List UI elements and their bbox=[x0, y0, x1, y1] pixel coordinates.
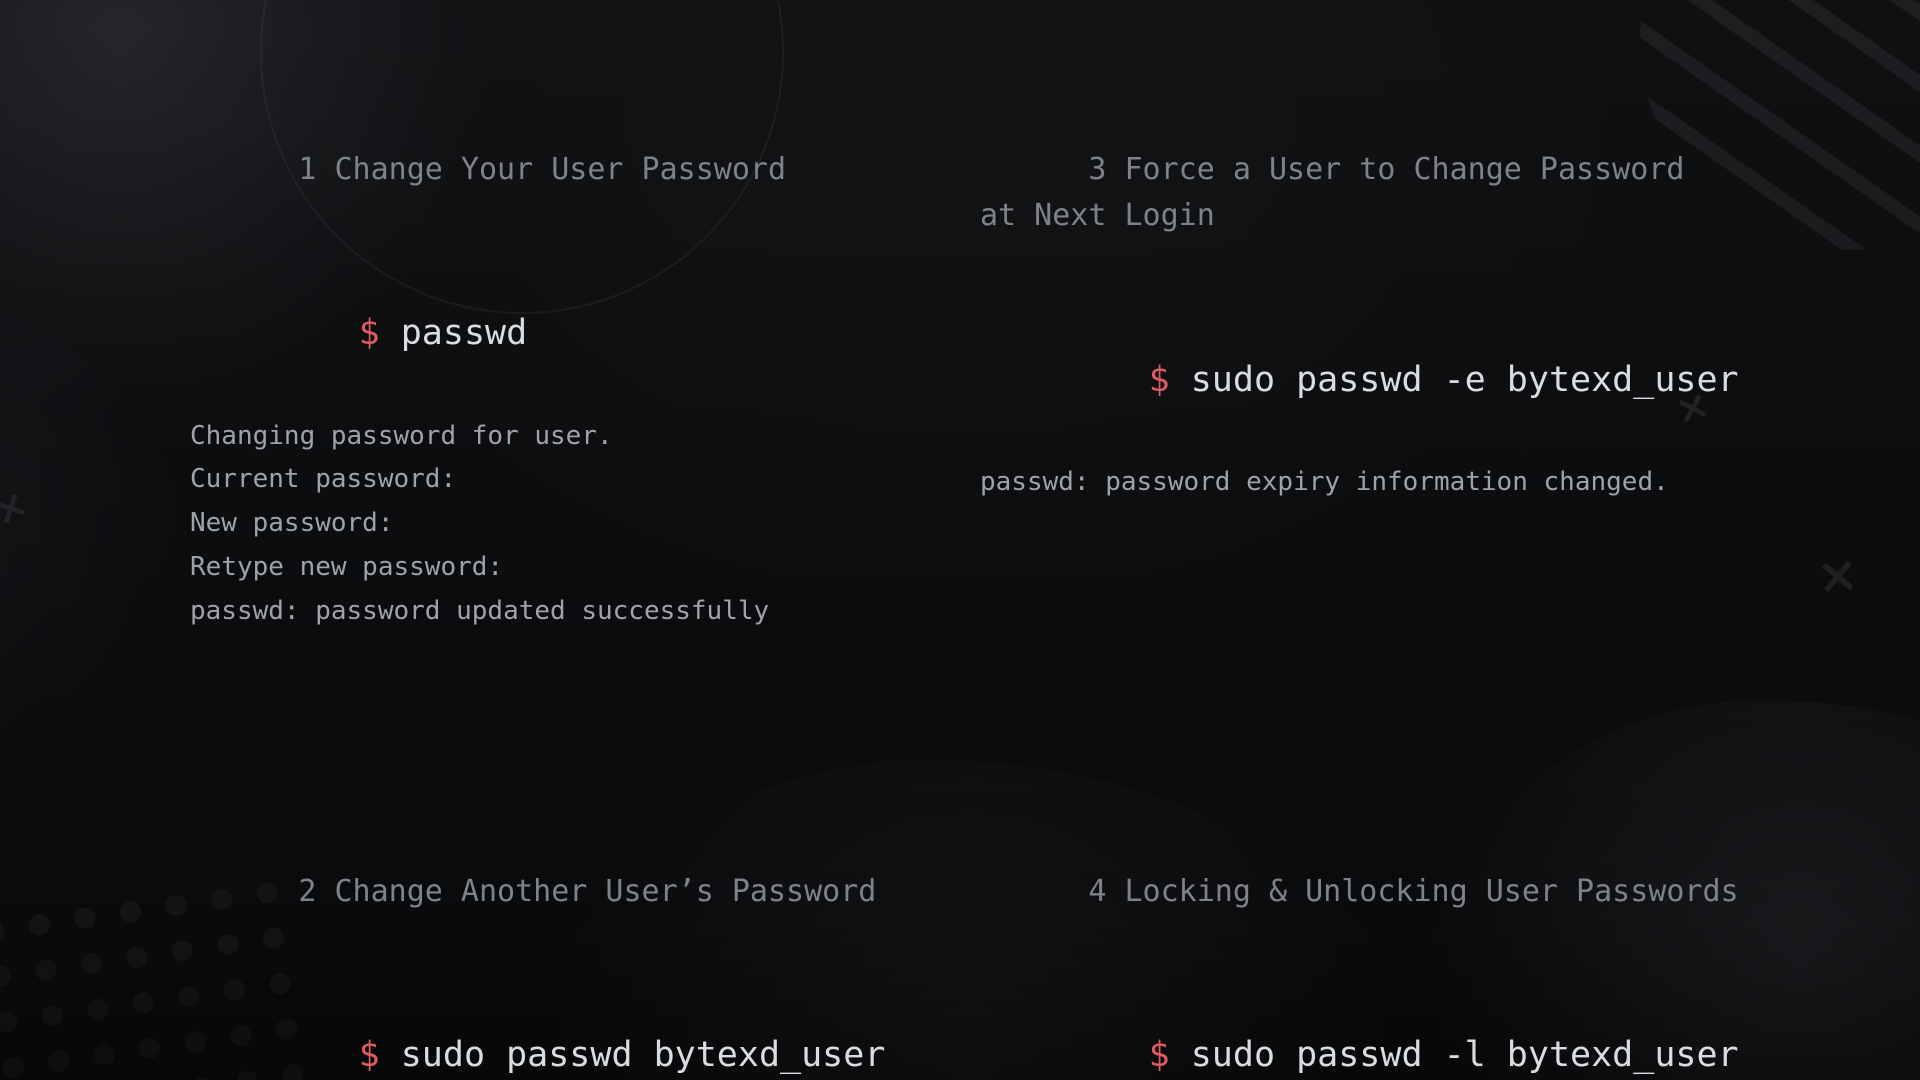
section-heading: 3 Force a User to Change Password at Nex… bbox=[980, 100, 1770, 286]
section-heading: 2 Change Another User’s Password bbox=[190, 822, 980, 962]
bg-circle-left-mid bbox=[0, 300, 180, 820]
section-2: 2 Change Another User’s Password $ sudo … bbox=[190, 822, 980, 1080]
command-block: $ sudo passwd bytexd_user New password: … bbox=[190, 980, 980, 1080]
section-title: Locking & Unlocking User Passwords bbox=[1125, 874, 1739, 909]
command-block: $ sudo passwd -l bytexd_user passwd: pas… bbox=[980, 980, 1770, 1080]
plus-icon: + bbox=[0, 476, 36, 540]
section-number: 4 bbox=[1088, 874, 1106, 909]
section-title: Change Your User Password bbox=[335, 152, 787, 187]
plus-icon: + bbox=[1800, 535, 1877, 616]
section-number: 1 bbox=[298, 152, 316, 187]
command-text: sudo passwd -e bytexd_user bbox=[1191, 360, 1739, 400]
output-line: Retype new password: bbox=[190, 549, 980, 587]
command-line: $ sudo passwd bytexd_user bbox=[190, 980, 980, 1080]
command-block: $ passwd Changing password for user. Cur… bbox=[190, 258, 980, 631]
command-text: passwd bbox=[401, 313, 527, 353]
output-line: passwd: password expiry information chan… bbox=[980, 464, 1770, 502]
output-line: Current password: bbox=[190, 461, 980, 499]
section-number: 3 bbox=[1088, 152, 1106, 187]
command-line: $ passwd bbox=[190, 258, 980, 410]
prompt-symbol: $ bbox=[1149, 360, 1170, 400]
prompt-symbol: $ bbox=[359, 313, 380, 353]
content-grid: 1 Change Your User Password $ passwd Cha… bbox=[190, 100, 1780, 1080]
prompt-symbol: $ bbox=[1149, 1035, 1170, 1075]
prompt-symbol: $ bbox=[359, 1035, 380, 1075]
command-text: sudo passwd -l bytexd_user bbox=[1191, 1035, 1739, 1075]
command-text: sudo passwd bytexd_user bbox=[401, 1035, 886, 1075]
section-3: 3 Force a User to Change Password at Nex… bbox=[980, 100, 1770, 652]
output-line: Changing password for user. bbox=[190, 418, 980, 456]
section-title: Change Another User’s Password bbox=[335, 874, 877, 909]
section-heading: 1 Change Your User Password bbox=[190, 100, 980, 240]
command-block: $ sudo passwd -e bytexd_user passwd: pas… bbox=[980, 304, 1770, 502]
command-line: $ sudo passwd -e bytexd_user bbox=[980, 304, 1770, 456]
output-line: passwd: password updated successfully bbox=[190, 593, 980, 631]
output-line: New password: bbox=[190, 505, 980, 543]
section-1: 1 Change Your User Password $ passwd Cha… bbox=[190, 100, 980, 652]
section-heading: 4 Locking & Unlocking User Passwords bbox=[980, 822, 1770, 962]
section-number: 2 bbox=[298, 874, 316, 909]
command-line: $ sudo passwd -l bytexd_user bbox=[980, 980, 1770, 1080]
section-title: Force a User to Change Password at Next … bbox=[980, 152, 1684, 234]
section-4: 4 Locking & Unlocking User Passwords $ s… bbox=[980, 822, 1770, 1080]
